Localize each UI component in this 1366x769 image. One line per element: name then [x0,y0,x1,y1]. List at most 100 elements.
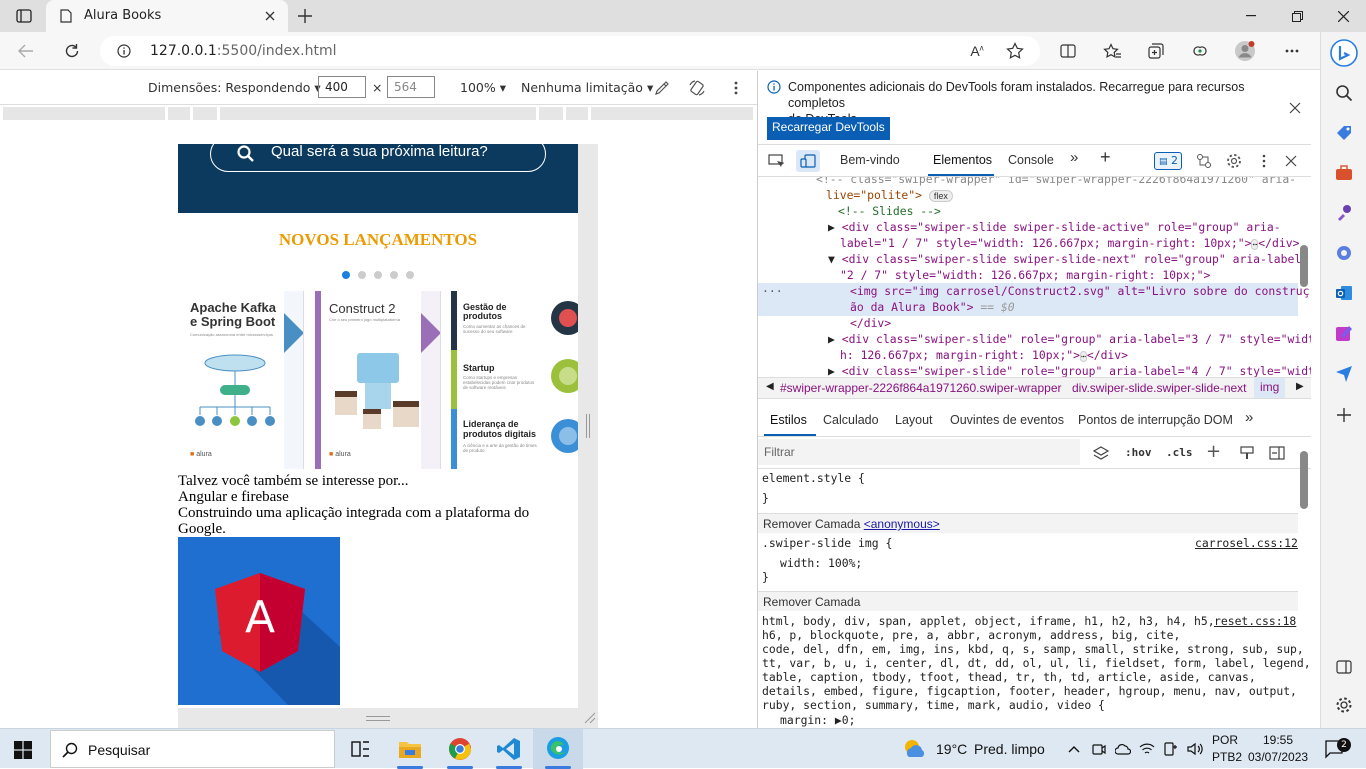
tab-actions-icon[interactable] [10,6,38,26]
zoom-dropdown[interactable]: 100% ▾ [460,80,506,95]
new-tab-icon[interactable] [292,6,318,26]
weather-desc[interactable]: Pred. limpo [974,741,1045,757]
dom-line[interactable]: "2 / 7" style="width: 126.667px; margin-… [840,267,1210,283]
dom-line-selected[interactable]: ão da Alura Book"> == $0 [850,299,1015,315]
sidebar-settings-icon[interactable] [1331,692,1357,718]
eyedropper-icon[interactable] [652,78,672,98]
chrome-icon[interactable] [442,731,478,767]
clock-time[interactable]: 19:55 [1263,733,1293,747]
split-screen-icon[interactable] [1056,40,1080,62]
tab-dom-breakpoints[interactable]: Pontos de interrupção DOM [1078,413,1233,427]
dom-line[interactable]: </div> [850,315,891,331]
dom-line[interactable]: ▼ <div class="swiper-slide swiper-slide-… [828,251,1308,267]
bing-copilot-icon[interactable] [1327,36,1361,70]
office-icon[interactable] [1331,240,1357,266]
task-view-icon[interactable] [347,737,373,761]
search-input[interactable]: Qual será a sua próxima leitura? [210,144,546,172]
rule-selector[interactable]: tt, var, b, u, i, center, dl, dt, dd, ol… [762,656,1311,670]
dom-comment[interactable]: <!-- Slides --> [838,203,941,219]
carousel-dot[interactable] [390,271,398,279]
send-icon[interactable] [1331,360,1357,386]
settings-gear-icon[interactable] [1224,152,1244,170]
toggle-sidebar-icon[interactable] [1268,444,1286,462]
network-conditions-icon[interactable] [1194,152,1214,170]
rule-selector[interactable]: ruby, section, summary, time, mark, audi… [762,698,1105,712]
edge-taskbar-button[interactable] [533,729,583,769]
close-devtools-icon[interactable] [1282,152,1300,170]
info-icon[interactable] [116,43,132,59]
vscode-icon[interactable] [491,731,527,767]
rule-source-link[interactable]: carrosel.css:12 [1195,536,1298,550]
dimensions-dropdown[interactable]: Dimensões: Respondendo ▾ [148,80,321,95]
rule-property[interactable]: width: 100%; [780,556,862,570]
favorite-star-icon[interactable] [1004,41,1026,61]
throttle-dropdown[interactable]: Nenhuma limitação ▾ [521,80,653,95]
restore-icon[interactable] [1274,0,1320,32]
rule-source-link[interactable]: reset.css:18 [1214,614,1296,628]
carousel-dot[interactable] [374,271,382,279]
close-tab-icon[interactable] [262,8,278,24]
media-query-ruler[interactable] [0,106,757,122]
dom-line[interactable]: <!-- class="swiper-wrapper" id="swiper-w… [816,177,1296,187]
taskbar-search[interactable]: Pesquisar [50,730,335,768]
resize-handle-right[interactable] [586,414,590,438]
hov-toggle[interactable]: :hov [1125,446,1152,459]
designer-icon[interactable] [1331,320,1357,346]
weather-icon[interactable] [900,735,930,763]
dom-line[interactable]: ▶ <div class="swiper-slide" role="group"… [828,363,1311,377]
styles-scrollbar[interactable] [1300,451,1308,509]
rule-selector[interactable]: h6, p, blockquote, pre, a, abbr, acronym… [762,628,1180,642]
rule-selector[interactable]: table, caption, tbody, tfoot, thead, tr,… [762,670,1256,684]
tab-console[interactable]: Console [1008,153,1054,167]
more-tabs-icon[interactable]: » [1070,149,1078,166]
refresh-icon[interactable] [60,40,84,62]
book-card-kafka[interactable]: Apache Kafka e Spring Boot Comunicação as… [178,291,304,469]
outlook-icon[interactable] [1331,280,1357,306]
tab-event-listeners[interactable]: Ouvintes de eventos [950,413,1064,427]
filter-input[interactable]: Filtrar [758,439,1080,465]
dom-line[interactable]: ▶ <div class="swiper-slide swiper-slide-… [828,219,1281,235]
ellipsis-icon[interactable]: ··· [762,283,783,299]
weather-temp[interactable]: 19°C [936,741,967,757]
rule-selector[interactable]: details, embed, figure, figcaption, foot… [762,684,1297,698]
width-input[interactable]: 400 [318,76,366,98]
dom-line[interactable]: ▶ <div class="swiper-slide" role="group"… [828,331,1311,347]
meet-icon[interactable] [1090,740,1108,758]
shopping-tag-icon[interactable] [1331,120,1357,146]
crumb-left-icon[interactable]: ◀ [766,381,774,392]
tools-icon[interactable] [1331,160,1357,186]
add-sidebar-icon[interactable] [1331,402,1357,428]
rule-selector[interactable]: code, del, dfn, em, img, ins, kbd, q, s,… [762,642,1304,656]
onedrive-icon[interactable] [1114,740,1132,758]
new-rule-icon[interactable]: + [1206,441,1221,462]
lang-primary[interactable]: POR [1212,733,1238,747]
tab-computed[interactable]: Calculado [823,413,879,427]
reload-devtools-button[interactable]: Recarregar DevTools [767,117,890,140]
profile-avatar[interactable] [1232,38,1258,64]
close-window-icon[interactable] [1320,0,1366,32]
angular-cover[interactable]: A [178,537,340,705]
url-field[interactable]: 127.0.0.1:5500/index.html Aʌ [100,36,1040,66]
tab-styles[interactable]: Estilos [770,413,807,427]
dom-tree[interactable]: <!-- class="swiper-wrapper" id="swiper-w… [758,177,1311,377]
device-toggle-icon[interactable] [796,150,820,172]
cls-toggle[interactable]: .cls [1166,446,1193,459]
lang-layout[interactable]: PTB2 [1212,750,1242,764]
clock-date[interactable]: 03/07/2023 [1248,750,1308,764]
battery-icon[interactable] [1162,740,1180,758]
browser-tab[interactable]: Alura Books [46,0,288,32]
games-icon[interactable] [1331,200,1357,226]
book-card-construct[interactable]: Construct 2 Crie o seu primeiro jogo mul… [315,291,441,469]
crumb-right-icon[interactable]: ▶ [1296,381,1304,392]
book-card-products[interactable]: Gestão de produtos Como aumentar as chan… [451,291,578,469]
chevron-up-icon[interactable] [1066,741,1082,757]
hide-sidebar-icon[interactable] [1331,654,1357,680]
read-aloud-icon[interactable]: Aʌ [966,41,988,61]
inspect-icon[interactable] [766,152,786,170]
height-input[interactable]: 564 [387,76,435,98]
close-notice-icon[interactable] [1286,99,1304,117]
crumb-slide[interactable]: div.swiper-slide.swiper-slide-next [1072,381,1247,395]
devtools-menu-icon[interactable] [1256,152,1272,170]
tab-welcome[interactable]: Bem-vindo [840,153,900,167]
collections-icon[interactable] [1144,40,1168,62]
